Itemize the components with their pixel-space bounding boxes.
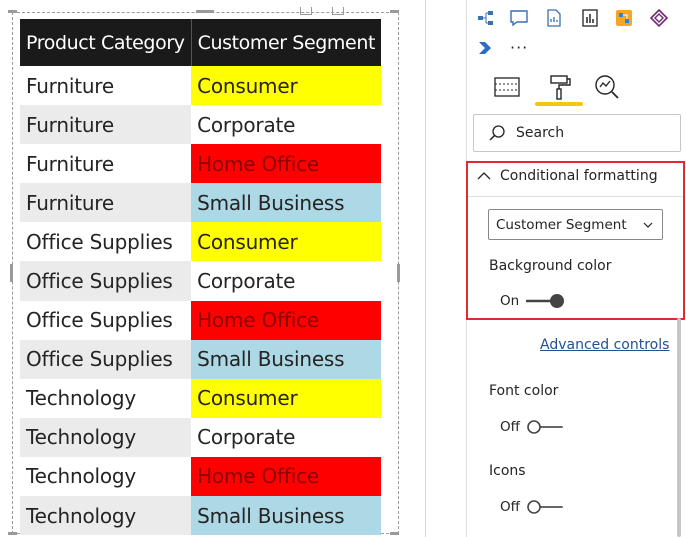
cell-product-category: Technology xyxy=(20,456,192,497)
visual-header xyxy=(300,0,364,15)
table-row[interactable]: Office Supplies Small Business xyxy=(20,339,382,379)
section-title: Conditional formatting xyxy=(500,168,658,184)
resize-handle-top-right[interactable] xyxy=(390,10,399,13)
pane-scrollbar[interactable] xyxy=(677,318,681,537)
table-row[interactable]: Technology Consumer xyxy=(20,378,382,418)
cell-customer-segment: Home Office xyxy=(191,456,382,497)
icons-label: Icons xyxy=(489,463,526,479)
canvas-divider xyxy=(425,0,426,537)
table-row[interactable]: Furniture Consumer xyxy=(20,66,382,106)
power-automate-icon[interactable] xyxy=(614,8,634,28)
resize-handle-bottom-right[interactable] xyxy=(390,532,399,535)
table-row[interactable]: Technology Small Business xyxy=(20,496,382,536)
more-visuals-icon[interactable]: ··· xyxy=(510,38,528,57)
cell-customer-segment: Corporate xyxy=(191,105,382,145)
data-table: Product Category Customer Segment Furnit… xyxy=(20,19,382,536)
cell-customer-segment: Consumer xyxy=(191,222,382,262)
cell-customer-segment: Home Office xyxy=(191,300,382,340)
table-row[interactable]: Furniture Home Office xyxy=(20,144,382,184)
search-icon xyxy=(488,124,506,142)
cell-product-category: Office Supplies xyxy=(20,339,192,379)
table-row[interactable]: Technology Home Office xyxy=(20,456,382,497)
toggle-state: Off xyxy=(500,419,520,435)
dropdown-value: Customer Segment xyxy=(496,216,627,233)
cell-product-category: Furniture xyxy=(20,105,192,145)
paginated-report-icon[interactable] xyxy=(580,8,600,28)
cell-customer-segment: Consumer xyxy=(191,66,382,106)
toggle-switch-off[interactable] xyxy=(526,418,566,436)
background-color-toggle[interactable]: On xyxy=(500,292,566,310)
toggle-switch-on[interactable] xyxy=(526,292,566,310)
hierarchy-icon[interactable] xyxy=(476,8,496,28)
font-color-label: Font color xyxy=(489,383,559,399)
power-apps-icon[interactable] xyxy=(649,8,669,28)
resize-handle-right[interactable] xyxy=(397,264,400,282)
section-divider xyxy=(468,196,683,197)
column-header-product-category[interactable]: Product Category xyxy=(20,19,192,66)
chevron-up-icon xyxy=(476,168,492,184)
cell-customer-segment: Corporate xyxy=(191,417,382,457)
document-chart-icon[interactable] xyxy=(544,8,564,28)
power-automate-chevron-icon[interactable] xyxy=(476,38,496,58)
field-dropdown[interactable]: Customer Segment xyxy=(488,209,663,240)
cell-product-category: Office Supplies xyxy=(20,261,192,301)
table-row[interactable]: Office Supplies Consumer xyxy=(20,222,382,262)
table-row[interactable]: Technology Corporate xyxy=(20,417,382,457)
cell-product-category: Furniture xyxy=(20,66,192,106)
table-row[interactable]: Furniture Small Business xyxy=(20,183,382,223)
cell-product-category: Technology xyxy=(20,417,192,457)
toggle-switch-off[interactable] xyxy=(526,498,566,516)
cell-product-category: Office Supplies xyxy=(20,222,192,262)
resize-handle-top-left[interactable] xyxy=(8,10,17,13)
analytics-magnifier-icon[interactable] xyxy=(592,72,622,102)
search-placeholder: Search xyxy=(516,125,565,141)
cell-product-category: Furniture xyxy=(20,144,192,184)
cell-customer-segment: Home Office xyxy=(191,144,382,184)
cell-customer-segment: Consumer xyxy=(191,378,382,418)
toggle-state: On xyxy=(500,293,520,309)
resize-handle-left[interactable] xyxy=(10,264,13,282)
cell-product-category: Furniture xyxy=(20,183,192,223)
resize-handle-top[interactable] xyxy=(196,10,214,13)
advanced-controls-link[interactable]: Advanced controls xyxy=(540,337,669,353)
table-row[interactable]: Furniture Corporate xyxy=(20,105,382,145)
cell-customer-segment: Small Business xyxy=(191,183,382,223)
cell-product-category: Technology xyxy=(20,496,192,536)
background-color-label: Background color xyxy=(489,258,612,274)
cell-customer-segment: Small Business xyxy=(191,496,382,536)
column-header-customer-segment[interactable]: Customer Segment xyxy=(191,19,382,66)
cell-product-category: Office Supplies xyxy=(20,300,192,340)
speech-bubble-icon[interactable] xyxy=(509,8,529,28)
active-tab-indicator xyxy=(535,102,583,106)
table-row[interactable]: Office Supplies Home Office xyxy=(20,300,382,340)
search-input[interactable]: Search xyxy=(473,114,681,152)
resize-handle-bottom-left[interactable] xyxy=(8,532,17,535)
format-paint-roller-icon[interactable] xyxy=(544,72,574,102)
icons-toggle[interactable]: Off xyxy=(500,498,566,516)
highlight-box xyxy=(466,161,685,320)
fields-tab-icon[interactable] xyxy=(492,72,522,102)
chevron-down-icon xyxy=(642,219,654,231)
conditional-formatting-header[interactable]: Conditional formatting xyxy=(476,168,658,184)
table-row[interactable]: Office Supplies Corporate xyxy=(20,261,382,301)
font-color-toggle[interactable]: Off xyxy=(500,418,566,436)
cell-customer-segment: Corporate xyxy=(191,261,382,301)
cell-customer-segment: Small Business xyxy=(191,339,382,379)
cell-product-category: Technology xyxy=(20,378,192,418)
table-header-row: Product Category Customer Segment xyxy=(20,19,382,66)
focus-mode-icon[interactable] xyxy=(332,7,344,15)
pin-icon[interactable] xyxy=(300,7,312,15)
toggle-state: Off xyxy=(500,499,520,515)
